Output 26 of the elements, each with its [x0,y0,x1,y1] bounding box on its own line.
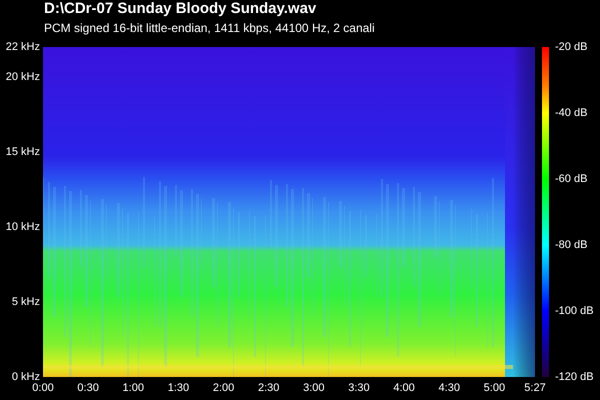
x-axis-label: 5:00 [484,382,506,394]
scale-label: -40 dB [555,107,588,119]
y-axis-label: 0 kHz [12,371,40,383]
x-axis-label: 2:30 [258,382,280,394]
x-axis-label: 4:00 [393,382,415,394]
x-axis-label: 1:00 [122,382,144,394]
x-axis-label: 3:00 [303,382,325,394]
y-axis-label: 20 kHz [6,71,40,83]
x-axis-label: 4:30 [438,382,460,394]
y-axis-label: 5 kHz [12,296,40,308]
file-title: D:\CDr-07 Sunday Bloody Sunday.wav [43,0,318,17]
scale-label: -120 dB [555,371,594,383]
x-axis-label: 0:00 [32,382,54,394]
x-axis-label: 3:30 [348,382,370,394]
x-axis-label: 1:30 [168,382,190,394]
x-axis-label: 0:30 [77,382,99,394]
x-axis-label: 5:27 [524,382,546,394]
x-axis-label: 2:00 [212,382,234,394]
y-axis-label: 10 kHz [6,221,40,233]
scale-label: -80 dB [555,239,588,251]
scale-label: -100 dB [555,305,594,317]
y-axis-label: 15 kHz [6,146,40,158]
scale-label: -20 dB [555,41,588,53]
y-axis-label: 22 kHz [6,41,40,53]
format-info: PCM signed 16-bit little-endian, 1411 kbps, 44100 Hz, 2 canali [43,20,376,35]
scale-label: -60 dB [555,173,588,185]
